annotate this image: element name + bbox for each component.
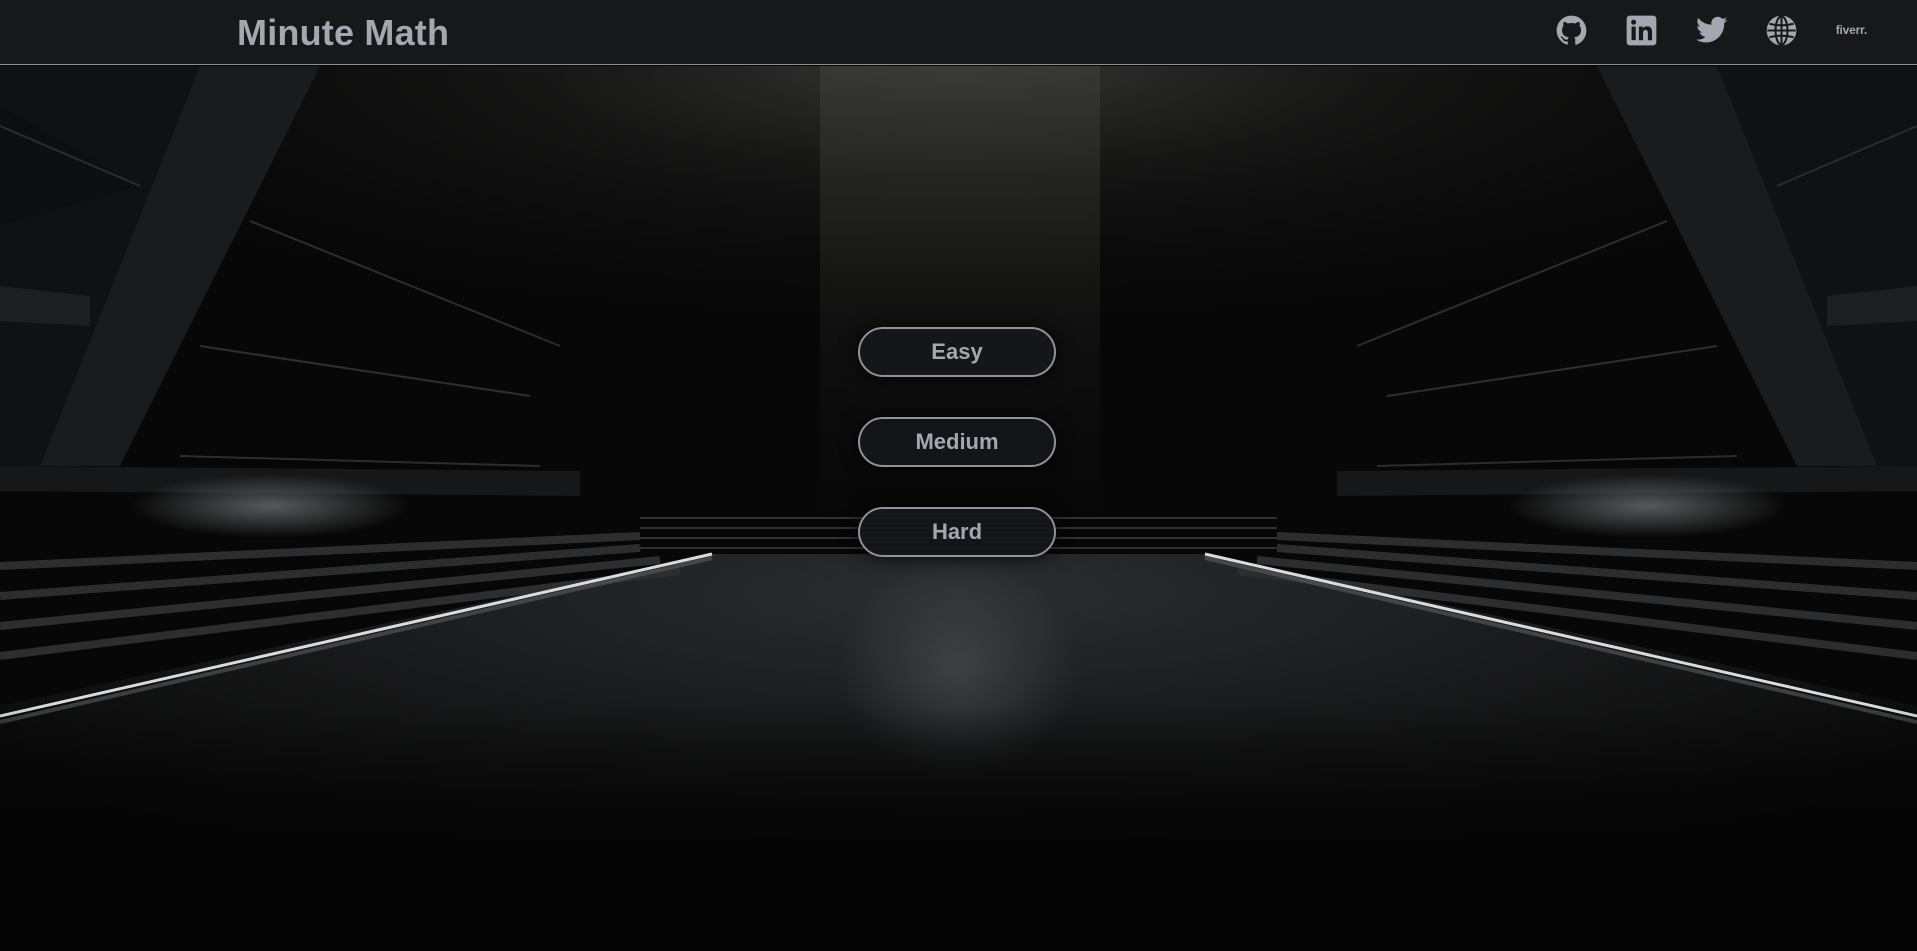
- medium-button[interactable]: Medium: [858, 417, 1056, 467]
- difficulty-menu: Easy Medium Hard: [858, 327, 1058, 557]
- easy-button[interactable]: Easy: [858, 327, 1056, 377]
- background-hall: Easy Medium Hard: [0, 66, 1917, 951]
- top-navbar: Minute Math fiverr.: [0, 0, 1917, 65]
- app-title[interactable]: Minute Math: [237, 12, 449, 54]
- hard-button[interactable]: Hard: [858, 507, 1056, 557]
- linkedin-icon[interactable]: [1626, 14, 1658, 46]
- twitter-icon[interactable]: [1695, 14, 1728, 46]
- globe-icon[interactable]: [1766, 14, 1798, 46]
- github-icon[interactable]: [1556, 14, 1588, 46]
- fiverr-icon[interactable]: fiverr.: [1836, 14, 1867, 46]
- social-links: fiverr.: [1556, 14, 1867, 46]
